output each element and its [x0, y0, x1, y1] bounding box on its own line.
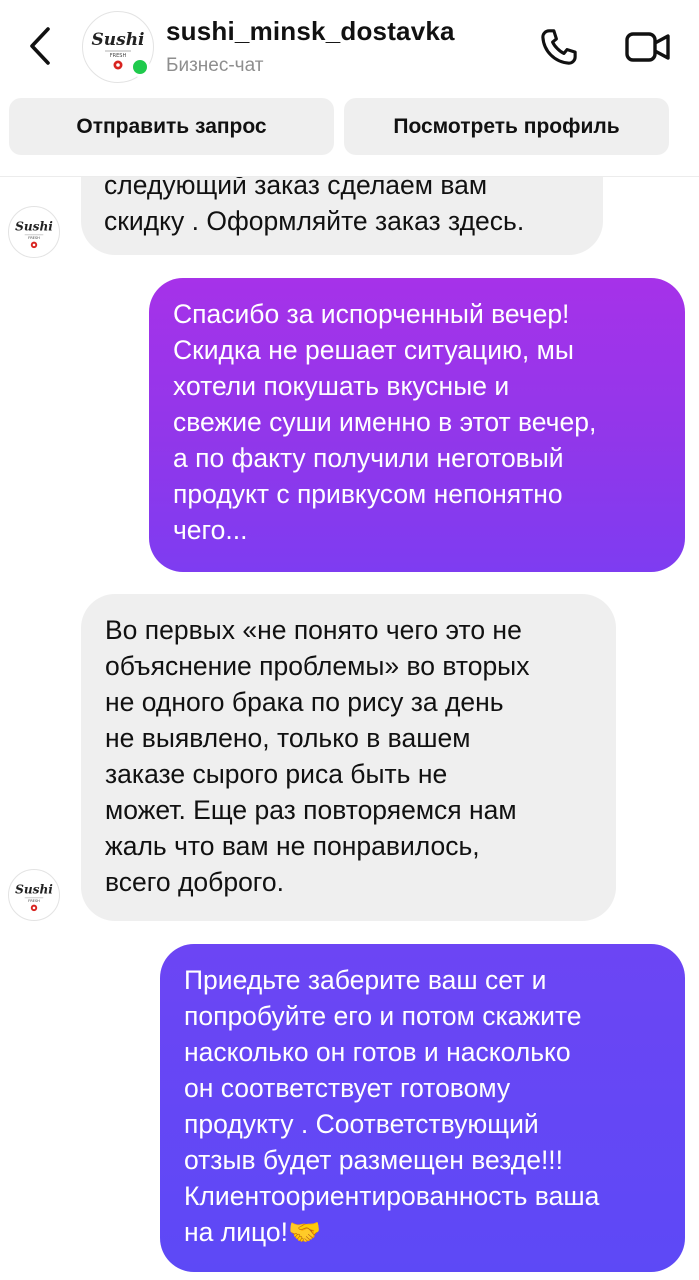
svg-text:Sushi: Sushi	[15, 883, 53, 897]
chat-header: Sushi FRESH sushi_minsk_dostavka Бизнес-…	[0, 0, 699, 95]
svg-text:Sushi: Sushi	[15, 220, 53, 234]
svg-text:FRESH: FRESH	[28, 236, 40, 240]
chat-screen: Sushi FRESH sushi_minsk_dostavka Бизнес-…	[0, 0, 699, 1280]
svg-text:FRESH: FRESH	[28, 899, 40, 903]
online-status-dot	[130, 57, 150, 77]
svg-text:FRESH: FRESH	[110, 53, 127, 59]
video-camera-icon	[625, 32, 670, 62]
svg-text:Sushi: Sushi	[91, 30, 144, 50]
sushi-logo-icon: Sushi FRESH	[15, 220, 53, 249]
chevron-left-icon	[30, 27, 50, 65]
sender-avatar[interactable]: Sushi FRESH	[8, 869, 60, 921]
send-request-button[interactable]: Отправить запрос	[9, 98, 334, 155]
sender-avatar[interactable]: Sushi FRESH	[8, 206, 60, 258]
video-call-button[interactable]	[622, 22, 674, 72]
incoming-message[interactable]: следующий заказ сделаем вам скидку . Офо…	[81, 177, 603, 255]
outgoing-message[interactable]: Приедьте заберите ваш сет и попробуйте е…	[160, 944, 685, 1272]
back-button[interactable]	[20, 24, 60, 68]
call-button[interactable]	[534, 22, 584, 72]
message-list[interactable]: следующий заказ сделаем вам скидку . Офо…	[0, 177, 699, 1280]
sushi-logo-icon: Sushi FRESH	[15, 883, 53, 912]
phone-icon	[541, 29, 577, 65]
chat-title[interactable]: sushi_minsk_dostavka	[166, 16, 455, 47]
view-profile-button[interactable]: Посмотреть профиль	[344, 98, 669, 155]
chat-subtitle: Бизнес-чат	[166, 55, 264, 76]
outgoing-message[interactable]: Спасибо за испорченный вечер! Скидка не …	[149, 278, 685, 572]
incoming-message[interactable]: Во первых «не понято чего это не объясне…	[81, 594, 616, 921]
